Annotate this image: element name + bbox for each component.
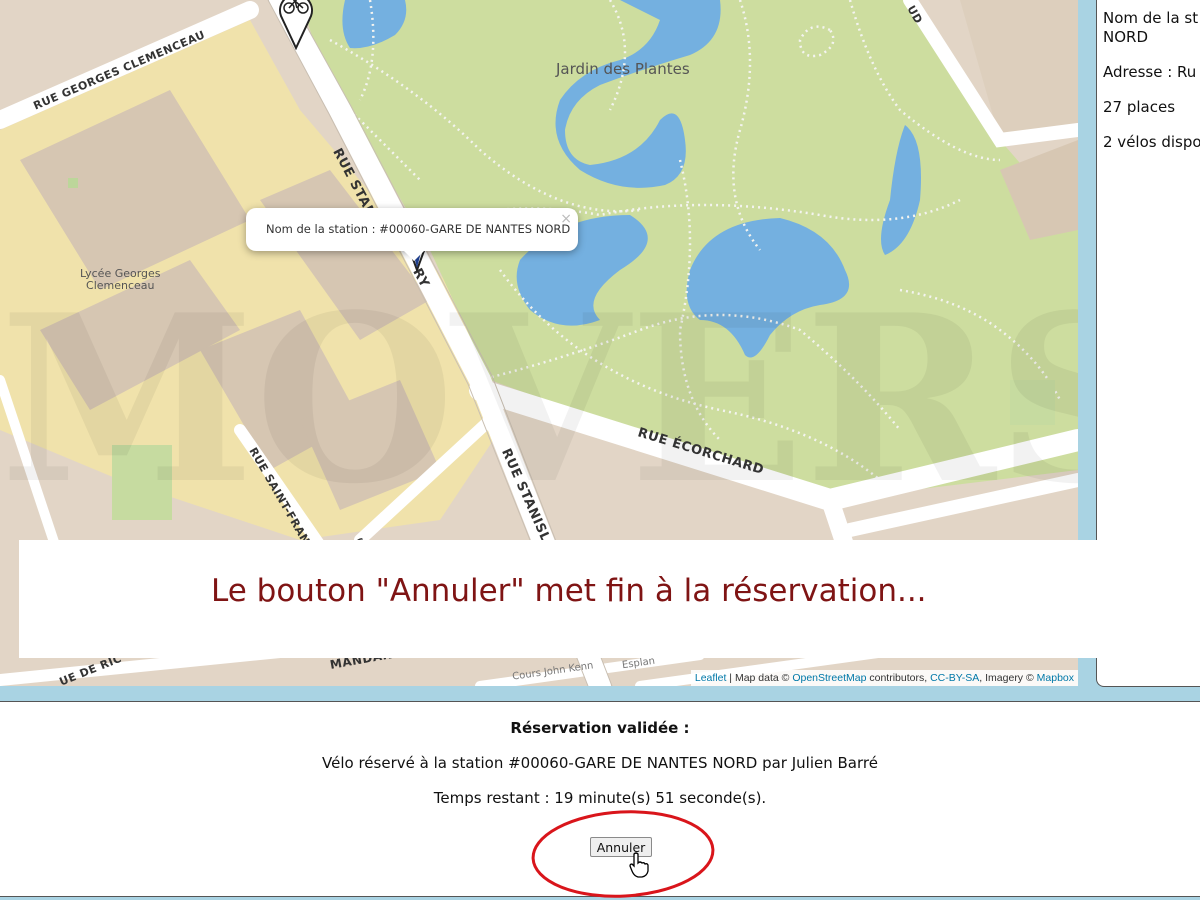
caption-banner: Le bouton "Annuler" met fin à la réserva… <box>19 540 1200 658</box>
school-label: Lycée Georges Clemenceau <box>80 268 161 292</box>
hand-cursor-icon <box>629 852 649 878</box>
station-address: Adresse : Ru <box>1103 63 1197 81</box>
map-attribution: Leaflet | Map data © OpenStreetMap contr… <box>690 670 1078 686</box>
reservation-detail: Vélo réservé à la station #00060-GARE DE… <box>322 754 878 772</box>
station-name-line2: NORD <box>1103 28 1148 46</box>
popup-station-name: Nom de la station : #00060-GARE DE NANTE… <box>266 222 571 236</box>
attribution-contributors: contributors, <box>866 672 931 684</box>
station-name-line1: Nom de la st <box>1103 9 1199 27</box>
caption-text: Le bouton "Annuler" met fin à la réserva… <box>211 573 927 609</box>
popup-tip <box>404 251 424 261</box>
mapbox-link[interactable]: Mapbox <box>1037 672 1074 684</box>
attribution-imagery: , Imagery © <box>979 672 1037 684</box>
school-label-line2: Clemenceau <box>86 279 155 292</box>
license-link[interactable]: CC-BY-SA <box>930 672 979 684</box>
bike-marker-icon[interactable] <box>277 0 315 50</box>
station-bikes-available: 2 vélos dispo <box>1103 133 1200 151</box>
station-places: 27 places <box>1103 98 1176 116</box>
reservation-section: Réservation validée : Vélo réservé à la … <box>0 701 1200 898</box>
watermark-text: MOVERSIO <box>0 265 1078 535</box>
popup-close-icon[interactable]: × <box>560 211 572 227</box>
station-popup: Nom de la station : #00060-GARE DE NANTE… <box>246 208 578 261</box>
attribution-sep: | Map data © <box>726 672 793 684</box>
osm-link[interactable]: OpenStreetMap <box>792 672 866 684</box>
reservation-title: Réservation validée : <box>510 719 690 737</box>
reservation-time-left: Temps restant : 19 minute(s) 51 seconde(… <box>433 789 767 807</box>
park-label: Jardin des Plantes <box>556 60 690 78</box>
leaflet-link[interactable]: Leaflet <box>695 672 727 684</box>
